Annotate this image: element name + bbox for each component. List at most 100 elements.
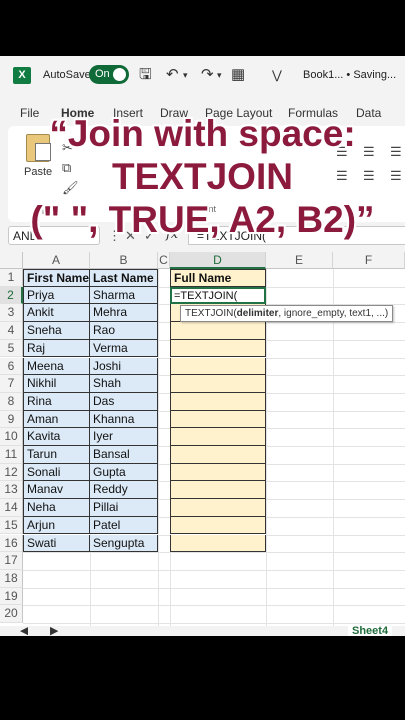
cell-last-name[interactable]: Patel: [90, 516, 158, 535]
cell-full-name[interactable]: [170, 410, 266, 429]
cell-last-name[interactable]: Iyer: [90, 428, 158, 446]
cell-last-name[interactable]: Pillai: [90, 499, 158, 517]
undo-dropdown-icon[interactable]: ▾: [183, 66, 188, 84]
cell-first-name[interactable]: Nikhil: [23, 375, 90, 393]
row-header-18[interactable]: 18: [0, 569, 23, 588]
gridline: [266, 269, 267, 626]
column-header-d[interactable]: D: [170, 252, 266, 269]
row-header-10[interactable]: 10: [0, 428, 23, 446]
cell-first-name[interactable]: Sneha: [23, 322, 90, 340]
redo-icon[interactable]: ↷: [201, 66, 214, 84]
function-syntax-tooltip[interactable]: TEXTJOIN(delimiter, ignore_empty, text1,…: [180, 305, 394, 323]
row-header-11[interactable]: 11: [0, 446, 23, 464]
gridline: [23, 605, 405, 607]
toggle-label: On: [95, 68, 110, 80]
row-header-13[interactable]: 13: [0, 481, 23, 500]
cell-full-name[interactable]: [170, 481, 266, 500]
column-header-b[interactable]: B: [90, 252, 158, 269]
autosave-toggle[interactable]: On: [89, 65, 129, 84]
cell-full-name[interactable]: [170, 322, 266, 340]
cell-last-name[interactable]: Khanna: [90, 410, 158, 429]
row-header-3[interactable]: 3: [0, 304, 23, 323]
cell-first-name[interactable]: Meena: [23, 357, 90, 376]
cell-last-name[interactable]: Das: [90, 392, 158, 411]
cell-full-name[interactable]: [170, 499, 266, 517]
cell-full-name[interactable]: [170, 534, 266, 553]
gridline: [23, 623, 405, 624]
spreadsheet-grid[interactable]: A B C D E F 1 2 3 4 5 6 7 8 9 10 11 12 13 14 15 16 17 18 19 20 Fir…: [0, 252, 405, 626]
row-header-15[interactable]: 15: [0, 516, 23, 535]
header-last-name[interactable]: Last Name: [90, 269, 158, 287]
gridline: [23, 552, 405, 554]
cell-first-name[interactable]: Tarun: [23, 446, 90, 464]
cell-first-name[interactable]: Aman: [23, 410, 90, 429]
cell-first-name[interactable]: Ankit: [23, 304, 90, 323]
document-title: Book1... • Saving...: [303, 69, 397, 81]
row-header-1[interactable]: 1: [0, 269, 23, 287]
row-header-2[interactable]: 2: [0, 286, 23, 305]
cell-first-name[interactable]: Sonali: [23, 463, 90, 482]
cell-last-name[interactable]: Sengupta: [90, 534, 158, 553]
gridline: [23, 587, 405, 589]
row-header-12[interactable]: 12: [0, 463, 23, 482]
cell-full-name[interactable]: [170, 446, 266, 464]
cell-full-name[interactable]: [170, 516, 266, 535]
cell-last-name[interactable]: Rao: [90, 322, 158, 340]
gridline: [158, 269, 159, 626]
column-header-f[interactable]: F: [333, 252, 405, 269]
redo-dropdown-icon[interactable]: ▾: [217, 66, 222, 84]
cell-full-name[interactable]: [170, 392, 266, 411]
column-header-a[interactable]: A: [23, 252, 90, 269]
cell-last-name[interactable]: Shah: [90, 375, 158, 393]
cell-last-name[interactable]: Verma: [90, 339, 158, 358]
cell-last-name[interactable]: Reddy: [90, 481, 158, 500]
tooltip-remaining-args: , ignore_empty, text1, ...): [278, 308, 389, 320]
table-icon[interactable]: ▦: [231, 66, 245, 84]
cell-first-name[interactable]: Neha: [23, 499, 90, 517]
header-full-name[interactable]: Full Name: [170, 269, 266, 287]
cell-full-name[interactable]: [170, 339, 266, 358]
row-header-19[interactable]: 19: [0, 587, 23, 606]
sheet-nav-next-icon[interactable]: ▶: [50, 626, 58, 636]
more-commands-icon[interactable]: ⋁: [272, 66, 282, 84]
cell-full-name[interactable]: [170, 463, 266, 482]
row-header-16[interactable]: 16: [0, 534, 23, 553]
cell-first-name[interactable]: Swati: [23, 534, 90, 553]
active-cell-d2[interactable]: =TEXTJOIN(: [170, 286, 266, 305]
cell-last-name[interactable]: Sharma: [90, 286, 158, 305]
row-header-4[interactable]: 4: [0, 322, 23, 340]
cell-last-name[interactable]: Bansal: [90, 446, 158, 464]
select-all-corner[interactable]: [0, 252, 23, 269]
cell-first-name[interactable]: Rina: [23, 392, 90, 411]
tooltip-current-arg: delimiter: [236, 308, 279, 320]
cell-full-name[interactable]: [170, 428, 266, 446]
cell-first-name[interactable]: Priya: [23, 286, 90, 305]
row-header-20[interactable]: 20: [0, 605, 23, 623]
row-header-6[interactable]: 6: [0, 357, 23, 376]
cell-full-name[interactable]: [170, 375, 266, 393]
column-header-e[interactable]: E: [266, 252, 333, 269]
row-header-8[interactable]: 8: [0, 392, 23, 411]
cell-full-name[interactable]: [170, 357, 266, 376]
save-icon[interactable]: 🖫: [139, 66, 152, 84]
cell-last-name[interactable]: Joshi: [90, 357, 158, 376]
cell-first-name[interactable]: Kavita: [23, 428, 90, 446]
row-header-7[interactable]: 7: [0, 375, 23, 393]
title-bar: X AutoSave On 🖫 ↶ ▾ ↷ ▾ ▦ ⋁ Book1... • S…: [0, 56, 405, 94]
column-header-c[interactable]: C: [158, 252, 170, 269]
cell-last-name[interactable]: Gupta: [90, 463, 158, 482]
undo-icon[interactable]: ↶: [166, 66, 179, 84]
header-first-name[interactable]: First Name: [23, 269, 90, 287]
cell-last-name[interactable]: Mehra: [90, 304, 158, 323]
row-header-9[interactable]: 9: [0, 410, 23, 429]
row-header-5[interactable]: 5: [0, 339, 23, 358]
cell-first-name[interactable]: Raj: [23, 339, 90, 358]
cell-first-name[interactable]: Manav: [23, 481, 90, 500]
sheet-tab-active[interactable]: Sheet4: [348, 626, 393, 636]
cell-first-name[interactable]: Arjun: [23, 516, 90, 535]
row-header-14[interactable]: 14: [0, 499, 23, 517]
sheet-nav-prev-icon[interactable]: ◀: [20, 626, 28, 636]
gridline: [333, 269, 334, 626]
row-header-17[interactable]: 17: [0, 552, 23, 570]
autosave-label: AutoSave: [43, 69, 91, 81]
